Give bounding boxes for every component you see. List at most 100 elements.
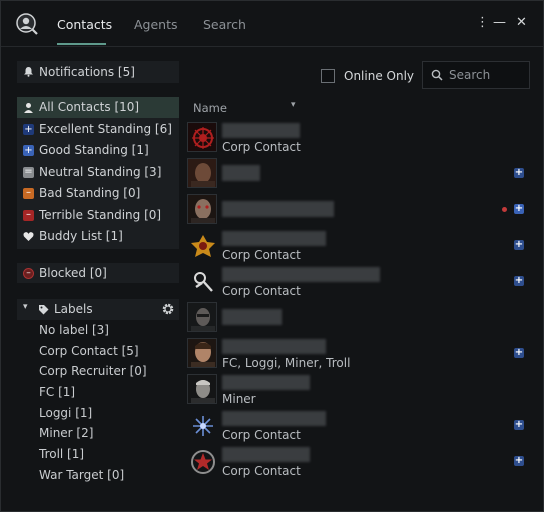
standing-excellent-icon: + [514, 455, 524, 466]
contact-row[interactable]: Corp Contact + [187, 410, 527, 444]
filter-label: Buddy List [1] [39, 229, 123, 243]
search-field[interactable] [422, 61, 530, 89]
plus-icon: + [23, 145, 34, 156]
blurred-contact-name [222, 309, 282, 325]
tab-agents[interactable]: Agents [134, 17, 178, 32]
standing-excellent-icon: + [514, 167, 524, 178]
labels-title: Labels [54, 302, 93, 316]
tab-search[interactable]: Search [203, 17, 246, 32]
contact-labels: Corp Contact [222, 140, 301, 154]
blurred-contact-name [222, 411, 326, 426]
filter-label: Neutral Standing [3] [39, 165, 162, 179]
standing-excellent-icon: + [514, 419, 524, 430]
label-no-label[interactable]: No label [3] [39, 323, 109, 337]
search-icon [431, 69, 443, 81]
filter-label: Excellent Standing [6] [39, 122, 172, 136]
label-corp-contact[interactable]: Corp Contact [5] [39, 344, 139, 358]
name-column-header[interactable]: Name [193, 101, 227, 115]
filter-label: Good Standing [1] [39, 143, 149, 157]
contact-row[interactable]: FC, Loggi, Miner, Troll + [187, 338, 527, 372]
standing-excellent-icon: + [514, 347, 524, 358]
standing-filter-list: All Contacts [10] + Excellent Standing [… [17, 97, 179, 249]
contact-labels: Miner [222, 392, 256, 406]
filter-all-contacts[interactable]: All Contacts [10] [17, 97, 179, 118]
blocked-label: Blocked [0] [39, 266, 107, 280]
blurred-contact-name [222, 447, 310, 462]
filter-buddy-list[interactable]: Buddy List [1] [17, 226, 179, 247]
gear-icon[interactable] [161, 302, 175, 316]
avatar [187, 446, 217, 476]
equal-icon: = [23, 166, 34, 178]
contact-row[interactable]: Corp Contact + [187, 446, 527, 480]
avatar [187, 194, 217, 224]
search-input[interactable] [449, 67, 525, 83]
standing-excellent-icon: + [514, 239, 524, 250]
active-tab-indicator [57, 43, 106, 45]
filter-excellent-standing[interactable]: + Excellent Standing [6] [17, 119, 179, 140]
blurred-contact-name [222, 231, 326, 246]
label-loggi[interactable]: Loggi [1] [39, 406, 92, 420]
avatar [187, 374, 217, 404]
contact-row[interactable]: + [187, 158, 527, 192]
label-miner[interactable]: Miner [2] [39, 426, 93, 440]
label-war-target[interactable]: War Target [0] [39, 468, 124, 482]
contact-row[interactable]: Corp Contact + [187, 230, 527, 264]
bell-icon [24, 67, 33, 77]
person-icon [24, 103, 33, 113]
people-search-icon [16, 13, 38, 35]
notifications-item[interactable]: Notifications [5] [17, 61, 179, 83]
chevron-down-icon[interactable]: ▾ [23, 302, 28, 312]
label-fc[interactable]: FC [1] [39, 385, 75, 399]
blurred-contact-name [222, 123, 300, 138]
avatar [187, 410, 217, 440]
contact-row[interactable]: + [187, 194, 527, 228]
blurred-contact-name [222, 165, 260, 181]
contact-row[interactable]: Corp Contact + [187, 266, 527, 300]
label-troll[interactable]: Troll [1] [39, 447, 84, 461]
avatar [187, 338, 217, 368]
contact-row[interactable] [187, 302, 527, 336]
contact-labels: Corp Contact [222, 428, 301, 442]
contact-labels: Corp Contact [222, 284, 301, 298]
avatar [187, 158, 217, 188]
blurred-contact-name [222, 267, 380, 282]
minus-icon: – [23, 210, 34, 221]
contacts-window: Contacts Agents Search ⋮ — ✕ Notificatio… [0, 0, 544, 512]
contact-labels: Corp Contact [222, 464, 301, 478]
filter-label: Bad Standing [0] [39, 186, 141, 200]
blurred-contact-name [222, 375, 310, 390]
filter-label: All Contacts [10] [39, 100, 140, 114]
plus-icon: + [23, 124, 34, 135]
filter-terrible-standing[interactable]: – Terrible Standing [0] [17, 205, 179, 226]
filter-neutral-standing[interactable]: = Neutral Standing [3] [17, 162, 179, 183]
online-only-label: Online Only [344, 69, 415, 83]
standing-excellent-icon: + [514, 275, 524, 286]
blurred-contact-name [222, 339, 326, 354]
menu-icon[interactable]: ⋮ [476, 15, 489, 30]
blurred-contact-name [222, 201, 334, 217]
tag-icon [39, 305, 49, 315]
online-only-checkbox[interactable] [321, 69, 335, 83]
minimize-icon[interactable]: — [493, 15, 506, 30]
minus-icon: – [23, 188, 34, 199]
standing-good-icon: + [514, 203, 524, 214]
tab-contacts[interactable]: Contacts [57, 17, 112, 32]
contact-row[interactable]: Corp Contact [187, 122, 527, 156]
filter-label: Terrible Standing [0] [39, 208, 162, 222]
filter-blocked[interactable]: – Blocked [0] [17, 263, 179, 283]
blocked-icon: – [23, 268, 34, 279]
contact-row[interactable]: Miner [187, 374, 527, 408]
heart-icon [23, 232, 34, 241]
labels-header[interactable]: ▾ Labels [17, 299, 179, 320]
avatar [187, 122, 217, 152]
sort-down-icon[interactable]: ▾ [291, 100, 296, 110]
notifications-label: Notifications [5] [39, 65, 135, 79]
avatar [187, 302, 217, 332]
title-bar: Contacts Agents Search ⋮ — ✕ [1, 1, 543, 47]
close-icon[interactable]: ✕ [516, 15, 527, 30]
contact-labels: FC, Loggi, Miner, Troll [222, 356, 351, 370]
avatar [187, 230, 217, 260]
filter-good-standing[interactable]: + Good Standing [1] [17, 140, 179, 161]
filter-bad-standing[interactable]: – Bad Standing [0] [17, 183, 179, 204]
label-corp-recruiter[interactable]: Corp Recruiter [0] [39, 364, 147, 378]
